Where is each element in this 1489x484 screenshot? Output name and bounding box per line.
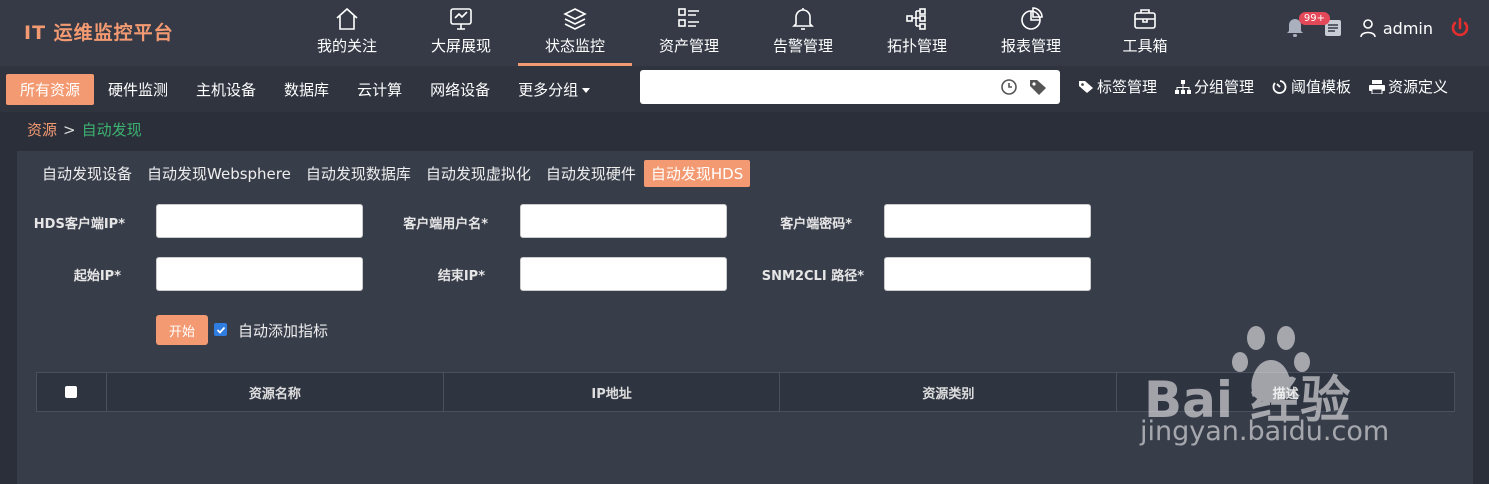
nav-label: 拓扑管理: [886, 37, 947, 55]
auto-add-label: 自动添加指标: [238, 322, 329, 340]
tag-icon[interactable]: [1028, 78, 1048, 96]
tool-label: 阈值模板: [1291, 78, 1352, 96]
snm2cli-input[interactable]: [884, 257, 1091, 291]
tag-icon: [1079, 80, 1093, 93]
nav-label: 工具箱: [1122, 37, 1168, 55]
username[interactable]: admin: [1383, 19, 1433, 38]
tab-cloud[interactable]: 云计算: [343, 74, 416, 105]
main-nav: 我的关注 大屏展现 状态监控 资产管理 告警管理 拓扑管理 报表管理 工具箱: [290, 0, 1202, 66]
breadcrumb-current: 自动发现: [81, 121, 142, 139]
bell-icon: [792, 8, 814, 30]
threshold-template-link[interactable]: 阈值模板: [1272, 76, 1351, 97]
notification-badge: 99+: [1298, 12, 1330, 25]
discovery-panel: 自动发现设备 自动发现Websphere 自动发现数据库 自动发现虚拟化 自动发…: [17, 151, 1473, 484]
nav-label: 告警管理: [772, 37, 833, 55]
client-user-input[interactable]: [520, 204, 727, 238]
nav-item-assets[interactable]: 资产管理: [632, 0, 746, 66]
results-table-header: 资源名称 IP地址 资源类别 描述: [36, 372, 1455, 412]
user-icon: [1360, 19, 1376, 38]
breadcrumb-separator: >: [63, 121, 76, 139]
client-user-label: 客户端用户名*: [403, 217, 488, 232]
nav-item-bigscreen[interactable]: 大屏展现: [404, 0, 518, 66]
search-icons: [1000, 78, 1048, 96]
nav-item-status[interactable]: 状态监控: [518, 0, 632, 66]
snm2cli-label: SNM2CLI 路径*: [761, 269, 864, 284]
sitemap-icon: [1175, 79, 1192, 94]
tab-hosts[interactable]: 主机设备: [182, 74, 270, 105]
breadcrumb: 资源 > 自动发现: [27, 119, 142, 140]
notification-button[interactable]: 99+: [1285, 12, 1330, 40]
tool-label: 资源定义: [1388, 78, 1449, 96]
home-icon: [336, 7, 358, 30]
tab-all-resources[interactable]: 所有资源: [6, 74, 95, 105]
user-area: 99+ admin: [1285, 12, 1471, 40]
tag-management-link[interactable]: 标签管理: [1078, 76, 1157, 97]
tab-discover-hds[interactable]: 自动发现HDS: [643, 160, 751, 187]
tab-discover-virtualization[interactable]: 自动发现虚拟化: [419, 160, 538, 187]
tab-discover-device[interactable]: 自动发现设备: [35, 160, 139, 187]
toolbar-links: 标签管理 分组管理 阈值模板 资源定义: [1078, 76, 1448, 97]
more-groups-label: 更多分组: [518, 81, 579, 99]
tab-discover-database[interactable]: 自动发现数据库: [299, 160, 418, 187]
tool-label: 分组管理: [1194, 78, 1255, 96]
top-bar: IT 运维监控平台 我的关注 大屏展现 状态监控 资产管理 告警管理 拓扑管理: [0, 0, 1489, 66]
column-resource-name: 资源名称: [107, 373, 444, 411]
tab-discover-websphere[interactable]: 自动发现Websphere: [140, 160, 298, 187]
start-ip-input[interactable]: [156, 257, 363, 291]
breadcrumb-root[interactable]: 资源: [27, 121, 57, 139]
nav-item-favorites[interactable]: 我的关注: [290, 0, 404, 66]
power-icon[interactable]: [1449, 17, 1471, 39]
layers-icon: [563, 8, 587, 30]
nav-item-alerts[interactable]: 告警管理: [746, 0, 860, 66]
printer-icon: [1369, 79, 1386, 94]
topology-icon: [906, 8, 926, 30]
resource-group-tabs: 所有资源 硬件监测 主机设备 数据库 云计算 网络设备 更多分组: [6, 74, 604, 105]
toolbox-icon: [1134, 9, 1156, 29]
start-ip-label: 起始IP*: [73, 269, 121, 284]
client-pwd-label: 客户端密码*: [780, 217, 852, 232]
start-button[interactable]: 开始: [156, 315, 208, 345]
discovery-tabs: 自动发现设备 自动发现Websphere 自动发现数据库 自动发现虚拟化 自动发…: [35, 160, 751, 187]
tab-hardware[interactable]: 硬件监测: [94, 74, 182, 105]
column-description: 描述: [1272, 386, 1299, 402]
column-ip-address: IP地址: [444, 373, 781, 411]
column-resource-type: 资源类别: [780, 373, 1118, 411]
select-all-cell: [37, 373, 107, 411]
select-all-checkbox[interactable]: [65, 386, 78, 398]
monitor-icon: [450, 8, 472, 30]
nav-item-toolbox[interactable]: 工具箱: [1088, 0, 1202, 66]
dashboard-icon: [1272, 79, 1287, 94]
end-ip-input[interactable]: [520, 257, 727, 291]
tab-discover-hardware[interactable]: 自动发现硬件: [539, 160, 643, 187]
checkmark-icon: [216, 326, 225, 334]
search-input[interactable]: [640, 70, 1060, 104]
list-icon: [678, 8, 699, 27]
nav-label: 状态监控: [544, 37, 605, 55]
nav-label: 我的关注: [316, 37, 377, 55]
tab-more-groups[interactable]: 更多分组: [504, 74, 604, 105]
caret-down-icon: [582, 88, 591, 93]
end-ip-label: 结束IP*: [437, 269, 485, 284]
group-management-link[interactable]: 分组管理: [1175, 76, 1254, 97]
nav-item-reports[interactable]: 报表管理: [974, 0, 1088, 66]
nav-label: 资产管理: [658, 37, 719, 55]
nav-item-topology[interactable]: 拓扑管理: [860, 0, 974, 66]
tab-database[interactable]: 数据库: [270, 74, 343, 105]
hds-ip-label: HDS客户端IP*: [33, 217, 125, 232]
clock-icon[interactable]: [1000, 78, 1018, 96]
pie-chart-icon: [1021, 7, 1043, 30]
nav-label: 报表管理: [1000, 37, 1061, 55]
app-title: IT 运维监控平台: [24, 22, 174, 44]
nav-label: 大屏展现: [430, 37, 491, 55]
tab-network[interactable]: 网络设备: [416, 74, 504, 105]
auto-add-checkbox[interactable]: [214, 323, 227, 336]
client-pwd-input[interactable]: [884, 204, 1091, 238]
resource-definition-link[interactable]: 资源定义: [1369, 76, 1448, 97]
hds-ip-input[interactable]: [156, 204, 363, 238]
tool-label: 标签管理: [1097, 78, 1158, 96]
